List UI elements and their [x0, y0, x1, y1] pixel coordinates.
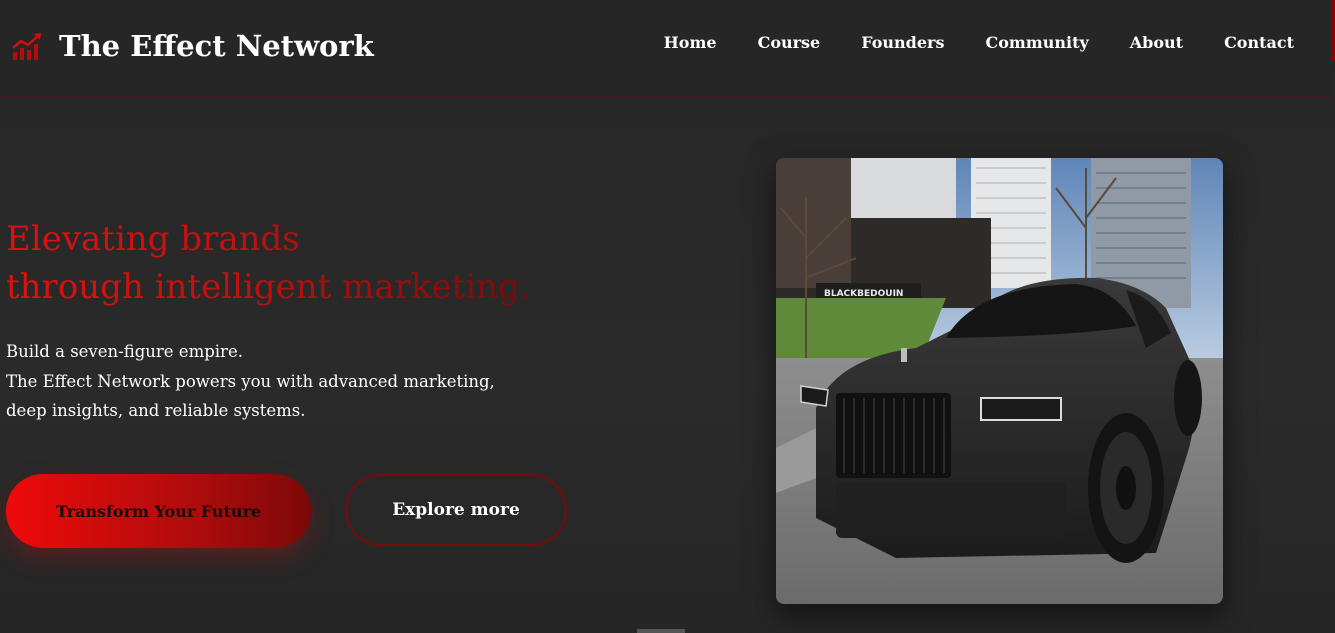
scroll-indicator[interactable] [637, 629, 685, 633]
hero-title: Elevating brands through intelligent mar… [6, 215, 531, 311]
brand-title: The Effect Network [59, 29, 374, 63]
nav-item-founders[interactable]: Founders [861, 33, 944, 52]
scrollbar-thumb[interactable] [1331, 0, 1335, 62]
chart-line-up-icon [11, 30, 43, 62]
car-photo: BLACKBEDOUIN [776, 158, 1223, 604]
site-header: The Effect Network Home Course Founders … [0, 0, 1331, 97]
hero-description: Build a seven-figure empire. The Effect … [6, 337, 495, 426]
nav-item-community[interactable]: Community [985, 33, 1088, 52]
building-sign-text: BLACKBEDOUIN [824, 289, 903, 299]
nav-item-about[interactable]: About [1130, 33, 1183, 52]
hero-title-line-1: Elevating brands [6, 219, 300, 259]
hero-image: BLACKBEDOUIN [776, 158, 1223, 604]
explore-more-button[interactable]: Explore more [345, 474, 567, 546]
hero-text-line-1: Build a seven-figure empire. [6, 342, 243, 361]
main-nav: Home Course Founders Community About Con… [623, 33, 1294, 52]
nav-item-home[interactable]: Home [664, 33, 717, 52]
hero-title-line-2: through intelligent marketing. [6, 267, 531, 307]
nav-item-course[interactable]: Course [758, 33, 821, 52]
brand[interactable]: The Effect Network [11, 24, 374, 68]
hero-text-line-3: deep insights, and reliable systems. [6, 401, 306, 420]
hero-text-line-2: The Effect Network powers you with advan… [6, 371, 495, 391]
page: The Effect Network Home Course Founders … [0, 0, 1335, 633]
transform-your-future-button[interactable]: Transform Your Future [6, 474, 311, 548]
nav-item-contact[interactable]: Contact [1224, 33, 1294, 52]
